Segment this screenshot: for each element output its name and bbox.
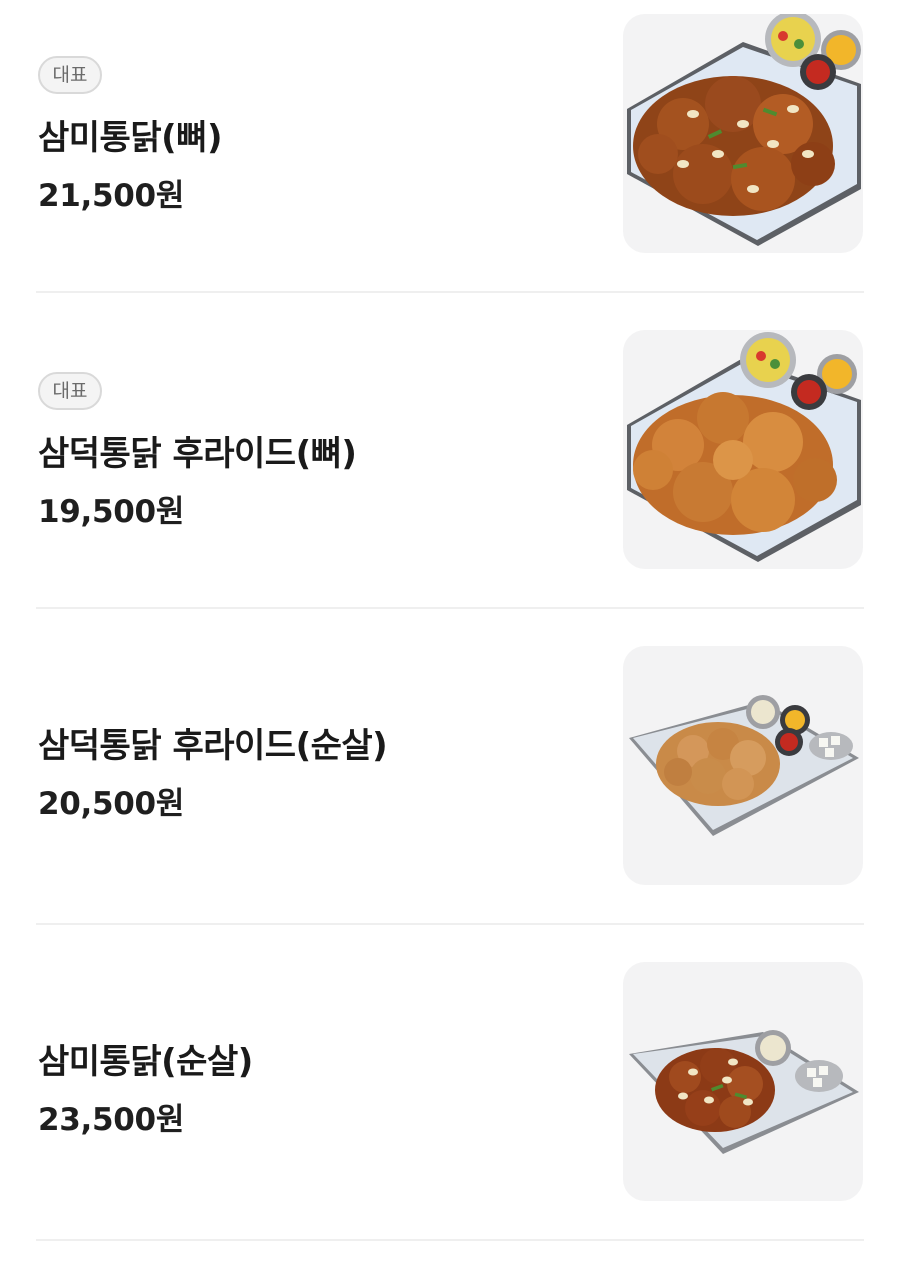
menu-item-info: 삼덕통닭 후라이드(순살) 20,500원 xyxy=(38,632,598,900)
menu-item-samdeok-fried-boneless[interactable]: 삼덕통닭 후라이드(순살) 20,500원 xyxy=(0,632,900,948)
chicken-tray-illustration xyxy=(627,332,861,562)
menu-item-price: 20,500원 xyxy=(38,786,185,822)
menu-list: 대표 삼미통닭(뼈) 21,500원 대표 삼덕통닭 후라이드(뼈) 19,50… xyxy=(0,0,900,1248)
chicken-tray-illustration xyxy=(627,14,861,246)
representative-badge: 대표 xyxy=(38,372,102,410)
menu-item-sammi-tongdak-boneless[interactable]: 삼미통닭(순살) 23,500원 xyxy=(0,948,900,1264)
item-divider xyxy=(36,291,864,293)
menu-item-name: 삼미통닭(뼈) xyxy=(38,118,222,158)
item-divider xyxy=(36,1239,864,1241)
chicken-tray-illustration xyxy=(629,1030,859,1154)
menu-item-info: 대표 삼덕통닭 후라이드(뼈) 19,500원 xyxy=(38,316,598,584)
item-divider xyxy=(36,923,864,925)
yangnyeom-chicken-bone-tray-image[interactable] xyxy=(623,14,863,253)
menu-item-samdeok-fried-bone[interactable]: 대표 삼덕통닭 후라이드(뼈) 19,500원 xyxy=(0,316,900,632)
menu-item-name: 삼미통닭(순살) xyxy=(38,1042,253,1082)
menu-item-info: 대표 삼미통닭(뼈) 21,500원 xyxy=(38,0,598,268)
chicken-tray-illustration xyxy=(629,695,859,836)
menu-item-price: 21,500원 xyxy=(38,178,185,214)
menu-item-sammi-tongdak-bone[interactable]: 대표 삼미통닭(뼈) 21,500원 xyxy=(0,0,900,316)
menu-item-price: 19,500원 xyxy=(38,494,185,530)
item-divider xyxy=(36,607,864,609)
representative-badge: 대표 xyxy=(38,56,102,94)
fried-chicken-bone-tray-image[interactable] xyxy=(623,330,863,569)
menu-item-info: 삼미통닭(순살) 23,500원 xyxy=(38,948,598,1216)
menu-item-price: 23,500원 xyxy=(38,1102,185,1138)
menu-item-name: 삼덕통닭 후라이드(뼈) xyxy=(38,434,357,474)
fried-chicken-boneless-tray-image[interactable] xyxy=(623,646,863,885)
yangnyeom-chicken-boneless-tray-image[interactable] xyxy=(623,962,863,1201)
menu-item-name: 삼덕통닭 후라이드(순살) xyxy=(38,726,388,766)
